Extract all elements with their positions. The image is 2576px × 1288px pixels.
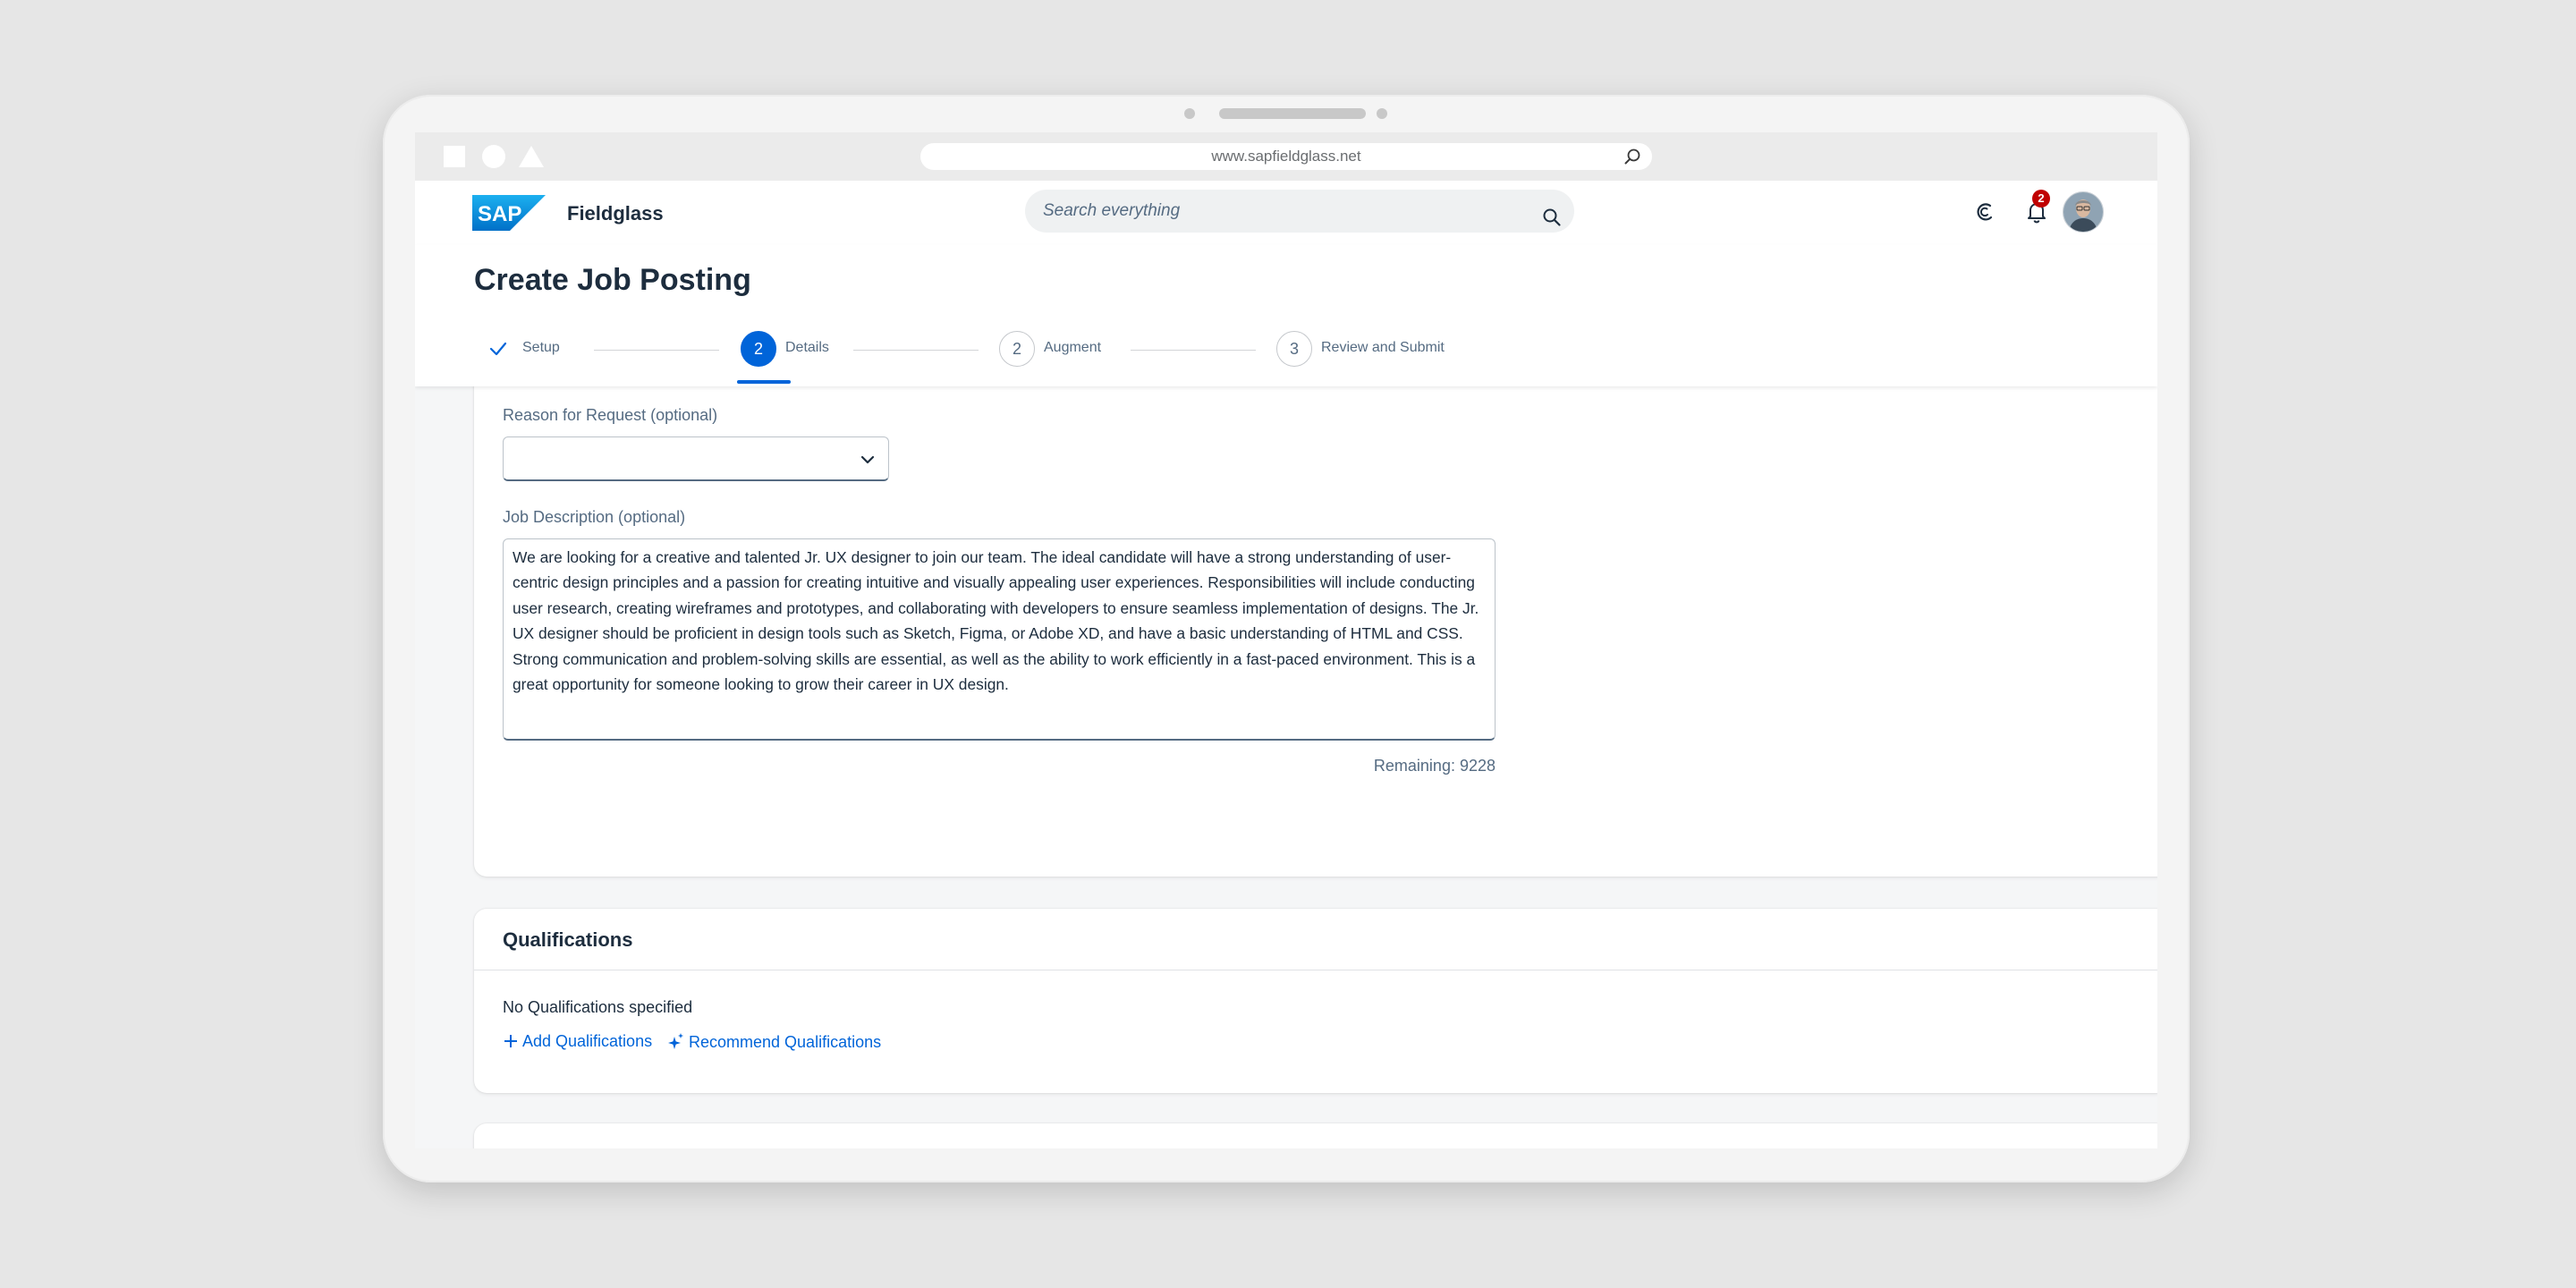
empty-state-text: No Qualifications specified bbox=[503, 998, 693, 1016]
step-number: 3 bbox=[1276, 331, 1312, 367]
shell-bar: SAP Fieldglass Search everything 2 bbox=[415, 181, 2157, 245]
camera-dot bbox=[1184, 108, 1195, 119]
chevron-down-icon[interactable] bbox=[860, 452, 876, 472]
reason-select[interactable] bbox=[503, 436, 889, 481]
page-title: Create Job Posting bbox=[474, 263, 751, 297]
triangle-icon[interactable] bbox=[519, 146, 544, 167]
section-title: Qualifications bbox=[503, 928, 633, 951]
search-icon[interactable] bbox=[1542, 201, 1562, 244]
avatar[interactable] bbox=[2063, 191, 2104, 233]
link-label: Add Qualifications bbox=[522, 1032, 653, 1050]
notification-badge: 2 bbox=[2032, 190, 2050, 208]
speaker-bar bbox=[1219, 108, 1366, 119]
step-label: Details bbox=[785, 340, 829, 355]
step-label: Review and Submit bbox=[1321, 340, 1445, 355]
step-number: 2 bbox=[999, 331, 1035, 367]
recommend-qualifications-link[interactable]: Recommend Qualifications bbox=[667, 1032, 881, 1052]
product-name: Fieldglass bbox=[567, 202, 664, 225]
step-connector bbox=[853, 350, 979, 351]
active-step-indicator bbox=[737, 380, 791, 384]
global-search-input[interactable]: Search everything bbox=[1025, 190, 1574, 233]
step-number: 2 bbox=[741, 331, 776, 367]
tablet-frame: www.sapfieldglass.net SAP Fieldglass Sea… bbox=[383, 95, 2190, 1182]
ai-sparkle-icon bbox=[668, 1033, 683, 1049]
search-icon[interactable] bbox=[1623, 148, 1641, 174]
screen: www.sapfieldglass.net SAP Fieldglass Sea… bbox=[415, 132, 2157, 1148]
add-icon bbox=[504, 1035, 517, 1047]
url-text: www.sapfieldglass.net bbox=[1211, 148, 1361, 165]
address-bar[interactable]: www.sapfieldglass.net bbox=[920, 143, 1652, 170]
circle-icon[interactable] bbox=[482, 145, 505, 168]
sap-logo[interactable]: SAP bbox=[472, 195, 546, 235]
job-description-textarea[interactable]: We are looking for a creative and talent… bbox=[503, 538, 1496, 741]
step-label: Augment bbox=[1044, 340, 1102, 355]
check-icon bbox=[488, 340, 508, 362]
link-label: Recommend Qualifications bbox=[689, 1033, 882, 1051]
qualifications-card: Qualifications No Qualifications specifi… bbox=[474, 909, 2157, 1093]
camera-dot bbox=[1377, 108, 1387, 119]
logo-text: SAP bbox=[478, 202, 521, 226]
step-connector bbox=[594, 350, 719, 351]
step-connector bbox=[1131, 350, 1256, 351]
square-icon[interactable] bbox=[444, 146, 465, 167]
add-qualifications-link[interactable]: Add Qualifications bbox=[503, 1032, 652, 1051]
joule-icon[interactable] bbox=[1973, 200, 1996, 228]
page-header: Create Job Posting Setup 2 Details 2 Aug… bbox=[415, 245, 2157, 386]
remaining-counter: Remaining: 9228 bbox=[1373, 757, 1496, 775]
next-section-card bbox=[474, 1123, 2157, 1148]
browser-bar: www.sapfieldglass.net bbox=[415, 132, 2157, 181]
step-label: Setup bbox=[522, 340, 560, 355]
reason-label: Reason for Request (optional) bbox=[503, 406, 718, 424]
search-placeholder: Search everything bbox=[1043, 201, 1181, 220]
description-label: Job Description (optional) bbox=[503, 508, 686, 526]
